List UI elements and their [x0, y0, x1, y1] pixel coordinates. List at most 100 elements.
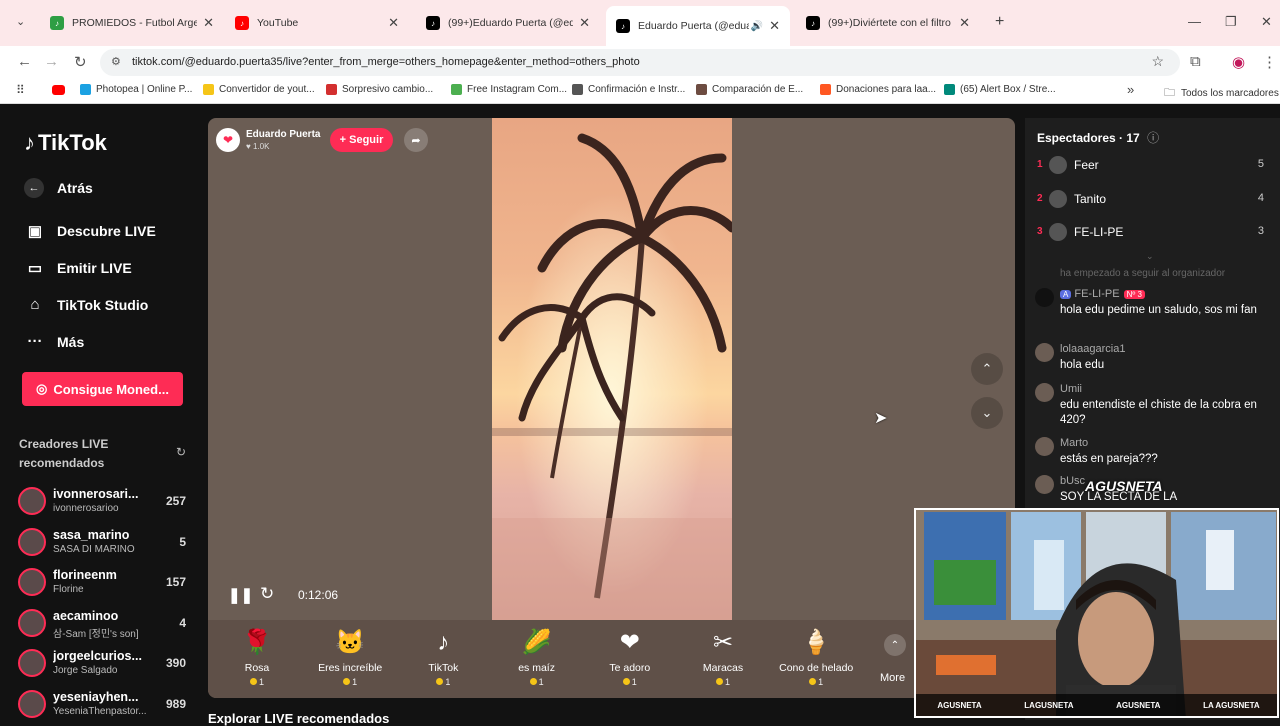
info-icon[interactable]: ⓘ: [1147, 131, 1159, 145]
system-follow-line: ha empezado a seguir al organizador: [1060, 268, 1226, 279]
previous-live-button[interactable]: ⌃: [971, 353, 1003, 385]
live-player[interactable]: ❤ Eduardo Puerta ♥ 1.0K + Seguir ➦ ❚❚ ↻ …: [208, 118, 1015, 698]
tab-close-icon[interactable]: ✕: [769, 18, 780, 34]
gift-price-value: 1: [538, 677, 544, 687]
browser-tab[interactable]: ♪ Eduardo Puerta (@eduardo🔊 ✕: [606, 6, 790, 46]
site-info-icon[interactable]: ⚙: [111, 55, 121, 68]
expand-gifts-icon[interactable]: ⌃: [884, 634, 906, 656]
tab-title: PROMIEDOS - Futbol Argentino: [72, 17, 198, 29]
viewer-avatar: [1049, 156, 1067, 174]
browser-tab[interactable]: ♪ (99+)Diviértete con el filtro de ✕: [796, 8, 980, 38]
reload-icon[interactable]: ↻: [74, 53, 87, 71]
gift-item[interactable]: 🐱 Eres increíble 1: [310, 628, 390, 687]
social-handles-bar: AGUSNETA LAGUSNETA AGUSNETA LA AGUSNETA: [916, 694, 1277, 716]
extensions-icon[interactable]: ⧉: [1190, 53, 1201, 70]
minimize-icon[interactable]: —: [1188, 14, 1201, 29]
gift-item[interactable]: 🍦 Cono de helado 1: [776, 628, 856, 687]
recommended-creator[interactable]: sasa_marino SASA DI MARINO 5: [18, 526, 198, 562]
get-coins-button[interactable]: ◎ Consigue Moned...: [22, 372, 183, 406]
bookmark-label: Photopea | Online P...: [96, 84, 193, 95]
creator-avatar: [18, 649, 46, 677]
bookmark-item[interactable]: (65) Alert Box / Stre...: [944, 84, 1056, 95]
chat-username-text: Umii: [1060, 383, 1082, 395]
live-video-frame[interactable]: [492, 118, 732, 620]
recommended-lives-heading: Explorar LIVE recomendados: [208, 711, 390, 726]
creator-viewer-count: 5: [179, 534, 186, 549]
creator-avatar: [18, 608, 46, 637]
all-bookmarks-folder[interactable]: 🗀 Todos los marcadores: [1164, 84, 1279, 103]
apps-grid-icon[interactable]: ⠿: [16, 83, 25, 97]
maximize-icon[interactable]: ❐: [1225, 14, 1237, 30]
top-viewer-row[interactable]: 3 FE-LI-PE 3: [1037, 221, 1269, 245]
next-live-button[interactable]: ⌄: [971, 397, 1003, 429]
bookmarks-overflow-icon[interactable]: »: [1127, 82, 1134, 97]
url-field[interactable]: ⚙ tiktok.com/@eduardo.puerta35/live?ente…: [100, 49, 1180, 76]
mouse-cursor-icon: ➤: [874, 410, 888, 427]
browser-tab[interactable]: ♪ YouTube ✕: [225, 8, 409, 38]
recommended-creator[interactable]: jorgeelcurios... Jorge Salgado 390: [18, 647, 198, 683]
tab-close-icon[interactable]: ✕: [203, 15, 214, 31]
bookmark-favicon-icon: [572, 84, 583, 95]
gift-name: Maracas: [702, 662, 744, 674]
pause-icon[interactable]: ❚❚: [228, 586, 253, 604]
tab-list-dropdown-icon[interactable]: ⌄: [16, 15, 25, 28]
bookmark-item[interactable]: Sorpresivo cambio...: [326, 84, 433, 95]
host-name[interactable]: Eduardo Puerta: [246, 129, 320, 140]
bookmark-item[interactable]: Confirmación e Instr...: [572, 84, 685, 95]
recommended-creator[interactable]: aecaminoo 삼-Sam [정민's son] 4: [18, 607, 198, 643]
tab-close-icon[interactable]: ✕: [579, 15, 590, 31]
browser-tab[interactable]: ♪ PROMIEDOS - Futbol Argentino ✕: [40, 8, 224, 38]
bookmark-star-icon[interactable]: ☆: [1151, 53, 1164, 70]
gift-price-value: 1: [818, 677, 824, 687]
bookmark-item[interactable]: Photopea | Online P...: [80, 84, 192, 95]
youtube-bookmark-icon[interactable]: [52, 85, 65, 95]
recommended-creator[interactable]: ivonnerosari... ivonnerosarioo 257: [18, 485, 198, 521]
close-window-icon[interactable]: ✕: [1261, 14, 1272, 30]
bookmark-item[interactable]: Convertidor de yout...: [203, 84, 315, 95]
expand-viewers-icon[interactable]: ⌄: [1146, 251, 1154, 262]
gift-item[interactable]: ♪ TikTok 1: [403, 628, 483, 687]
bookmark-item[interactable]: Free Instagram Com...: [451, 84, 567, 95]
refresh-creators-icon[interactable]: ↻: [176, 445, 186, 459]
top-viewer-row[interactable]: 2 Tanito 4: [1037, 188, 1269, 212]
back-arrow-icon[interactable]: ←: [17, 53, 32, 70]
gift-name: Eres increíble: [318, 662, 383, 674]
browser-tab[interactable]: ♪ (99+)Eduardo Puerta (@eduardo ✕: [416, 8, 600, 38]
more-gifts-button[interactable]: More: [880, 672, 905, 684]
gift-price: 1: [776, 677, 856, 687]
menu-kebab-icon[interactable]: ⋮: [1262, 53, 1277, 71]
gift-item[interactable]: ✂ Maracas 1: [683, 628, 763, 687]
gift-price: 1: [217, 677, 297, 687]
recommended-creator[interactable]: florineenm Florine 157: [18, 566, 198, 602]
bookmark-item[interactable]: Donaciones para laa...: [820, 84, 936, 95]
chat-username-text: Marto: [1060, 437, 1089, 449]
tab-close-icon[interactable]: ✕: [959, 15, 970, 31]
back-link[interactable]: ← Atrás: [24, 178, 93, 198]
sidebar-nav-item[interactable]: ▣ Descubre LIVE: [24, 222, 156, 240]
viewer-avatar: [1049, 189, 1067, 208]
sidebar-nav-item[interactable]: ⌂ TikTok Studio: [24, 296, 148, 313]
tab-close-icon[interactable]: ✕: [388, 15, 399, 31]
gift-item[interactable]: 🌹 Rosa 1: [217, 628, 297, 687]
gift-icon: 🍦: [801, 629, 832, 656]
gift-item[interactable]: 🌽 es maíz 1: [497, 628, 577, 687]
profile-icon[interactable]: ◉: [1232, 53, 1245, 71]
follow-button[interactable]: + Seguir: [330, 128, 393, 152]
share-icon[interactable]: ➦: [404, 128, 428, 152]
sidebar-nav-item[interactable]: ▭ Emitir LIVE: [24, 259, 132, 277]
new-tab-button[interactable]: +: [995, 13, 1004, 31]
gift-item[interactable]: ❤ Te adoro 1: [590, 628, 670, 687]
tab-audio-icon[interactable]: 🔊: [751, 21, 763, 32]
host-avatar[interactable]: ❤: [216, 128, 240, 152]
bookmark-item[interactable]: Comparación de E...: [696, 84, 803, 95]
tiktok-logo[interactable]: ♪ TikTok: [24, 130, 107, 156]
refresh-stream-icon[interactable]: ↻: [260, 584, 274, 604]
forward-arrow-icon[interactable]: →: [44, 53, 59, 70]
social-handle: LA AGUSNETA: [1203, 700, 1260, 710]
creator-avatar: [18, 568, 46, 596]
camera-icon: ▭: [27, 260, 43, 277]
sidebar-nav-item[interactable]: ··· Más: [24, 333, 85, 350]
top-viewer-row[interactable]: 1 Feer 5: [1037, 154, 1269, 178]
recommended-creator[interactable]: yeseniayhen... YeseniaThenpastor... 989: [18, 688, 198, 724]
viewers-title: Espectadores · 17 ⓘ: [1037, 129, 1159, 146]
